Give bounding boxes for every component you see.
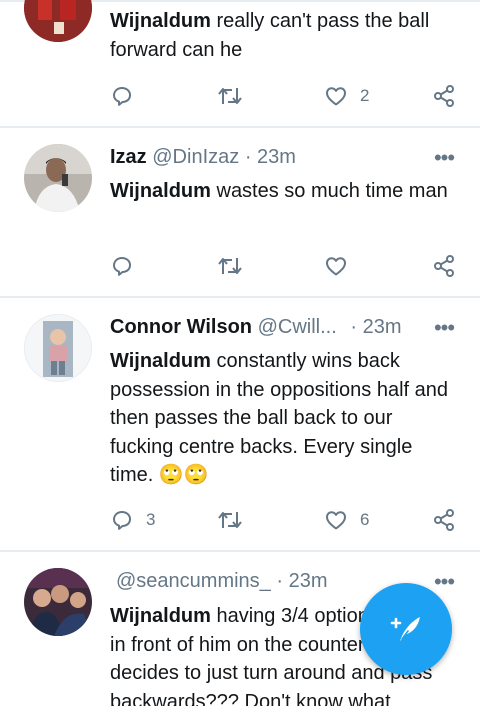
retweet-icon: [218, 88, 242, 104]
dot: ·: [276, 570, 284, 592]
handle[interactable]: @Cwill...: [258, 316, 337, 338]
share-icon: [434, 509, 454, 531]
share-button[interactable]: [432, 504, 456, 536]
reply-count: 3: [146, 510, 156, 529]
compose-tweet-icon: [390, 617, 420, 641]
dot: ·: [244, 146, 252, 168]
more-options-icon[interactable]: •••: [432, 317, 456, 344]
tweet-text: Wijnaldum constantly wins back possessio…: [110, 350, 449, 486]
dot: ·: [350, 316, 358, 338]
avatar[interactable]: [24, 144, 92, 212]
retweet-icon: [218, 512, 242, 528]
retweet-button[interactable]: [217, 504, 243, 536]
like-count: 2: [360, 86, 370, 105]
tweet-actions: 3 6: [0, 504, 480, 536]
display-name[interactable]: Izaz: [110, 146, 147, 168]
share-button[interactable]: [432, 250, 456, 282]
tweet-text: Wijnaldum really can't pass the ball for…: [110, 10, 430, 61]
tweet-actions: 2: [0, 80, 480, 112]
avatar[interactable]: [24, 0, 92, 42]
like-button[interactable]: [324, 250, 348, 282]
reply-button[interactable]: [110, 250, 134, 282]
handle[interactable]: @DinIzaz: [152, 146, 239, 168]
timestamp[interactable]: 23m: [289, 570, 328, 592]
eye-roll-emoji: 🙄🙄: [158, 464, 209, 486]
tweet-2[interactable]: Izaz @DinIzaz · 23m ••• Wijnaldum wastes…: [0, 128, 480, 296]
share-icon: [434, 255, 454, 277]
heart-icon: [326, 257, 346, 276]
heart-icon: [326, 511, 346, 530]
like-count: 6: [360, 510, 370, 529]
tweet-text: Wijnaldum wastes so much time man: [110, 180, 448, 202]
handle[interactable]: @seancummins_: [116, 570, 271, 592]
reply-button[interactable]: [110, 80, 134, 112]
tweet-3[interactable]: Connor Wilson @Cwill... · 23m ••• Wijnal…: [0, 298, 480, 550]
reply-icon: [113, 87, 131, 106]
retweet-button[interactable]: [217, 250, 243, 282]
reply-icon: [113, 511, 131, 530]
avatar[interactable]: [24, 568, 92, 636]
reply-icon: [113, 257, 131, 276]
share-icon: [434, 85, 454, 107]
share-button[interactable]: [432, 80, 456, 112]
tweet-header: Connor Wilson @Cwill... · 23m: [110, 314, 456, 340]
like-button[interactable]: 6: [324, 504, 369, 536]
timestamp[interactable]: 23m: [257, 146, 296, 168]
bottom-edge: [0, 706, 480, 722]
avatar[interactable]: [24, 314, 92, 382]
tweet-header: Izaz @DinIzaz · 23m: [110, 144, 456, 170]
timestamp[interactable]: 23m: [363, 316, 402, 338]
like-button[interactable]: 2: [324, 80, 369, 112]
display-name[interactable]: Connor Wilson: [110, 316, 252, 338]
retweet-button[interactable]: [217, 80, 243, 112]
heart-icon: [326, 87, 346, 106]
compose-tweet-button[interactable]: [360, 583, 452, 675]
tweet-actions: [0, 250, 480, 282]
reply-button[interactable]: 3: [110, 504, 155, 536]
retweet-icon: [218, 258, 242, 274]
tweet-1[interactable]: Wijnaldum really can't pass the ball for…: [0, 0, 480, 126]
more-options-icon[interactable]: •••: [432, 147, 456, 174]
